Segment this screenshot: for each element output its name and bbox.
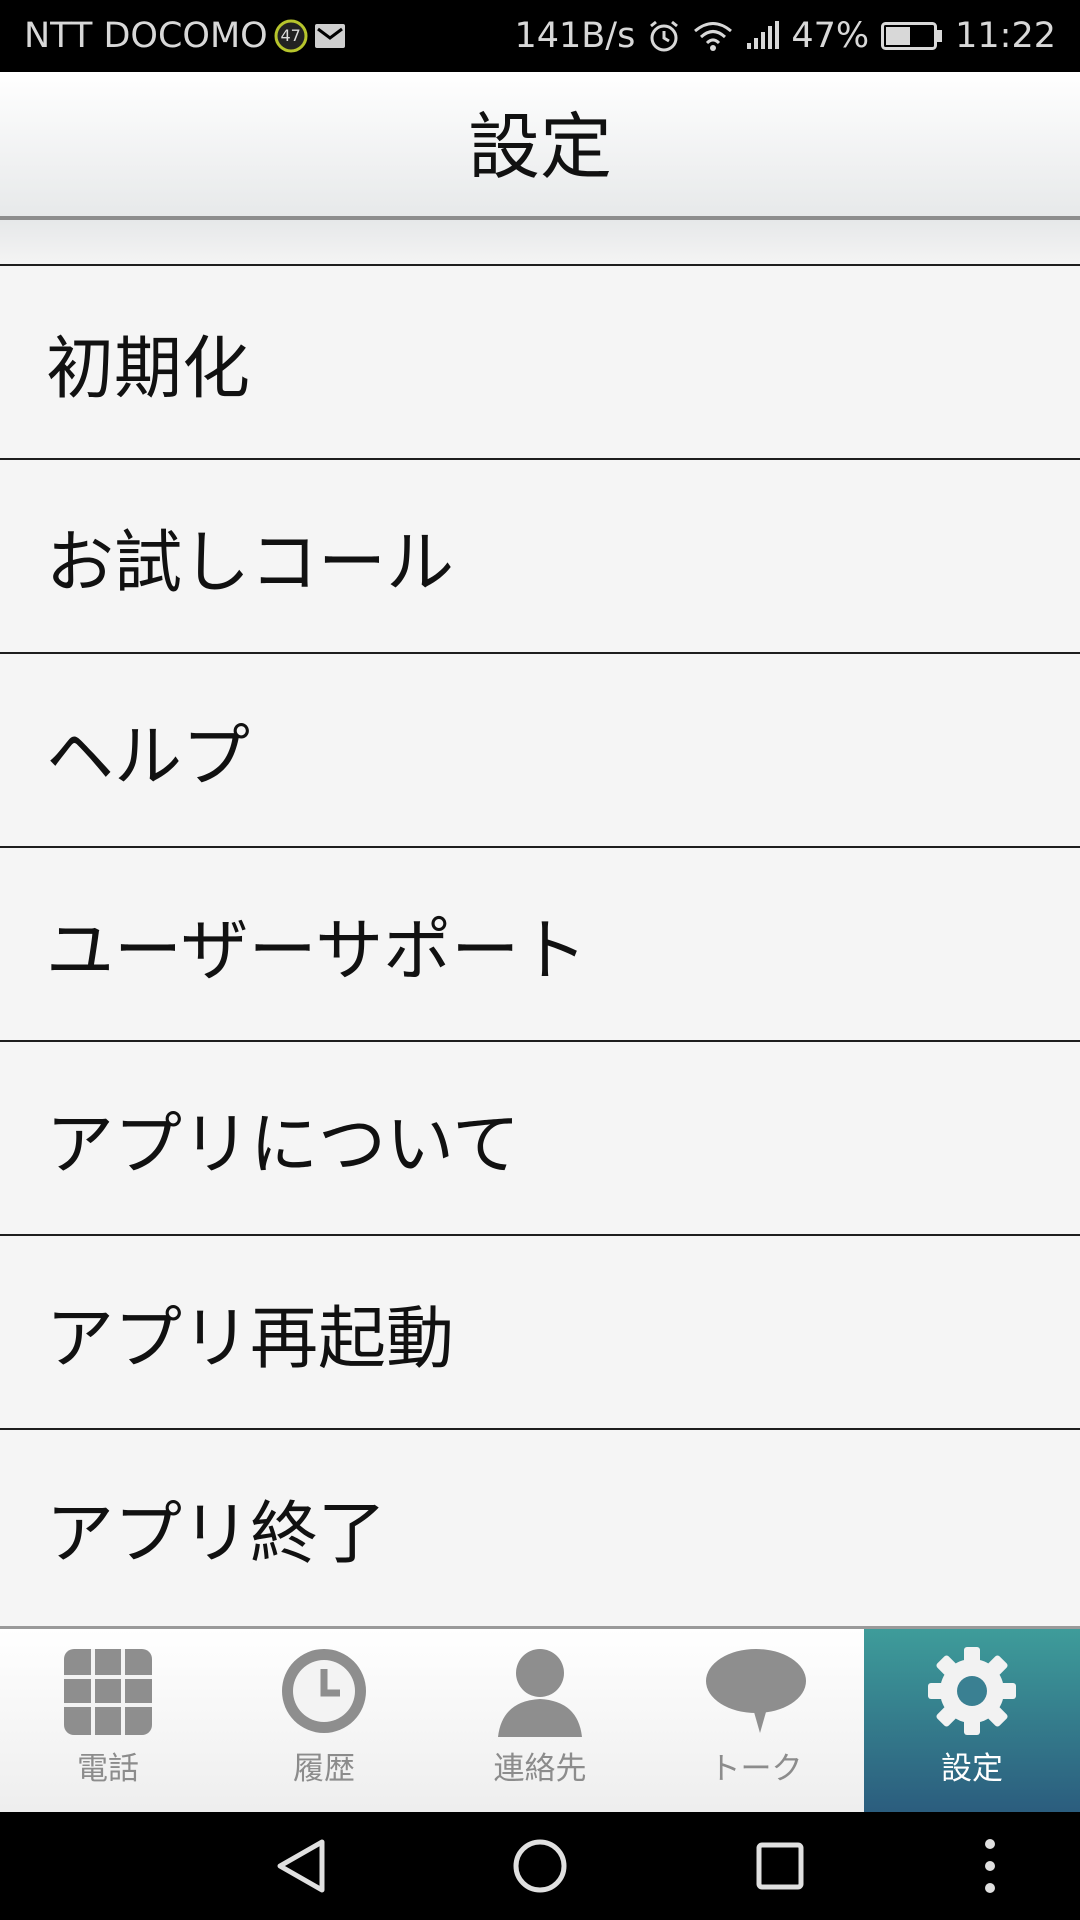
menu-item-test-call[interactable]: お試しコール xyxy=(0,460,1080,654)
menu-item-label: お試しコール xyxy=(46,523,455,603)
battery-percent: 47% xyxy=(791,16,870,56)
menu-item-label: 初期化 xyxy=(46,329,251,409)
clock-time: 11:22 xyxy=(955,16,1056,56)
tab-history[interactable]: 履歴 xyxy=(216,1629,432,1812)
mail-icon xyxy=(314,23,346,49)
settings-menu: 初期化 お試しコール ヘルプ ユーザーサポート アプリについて アプリ再起動 ア… xyxy=(0,266,1080,1624)
tab-settings[interactable]: 設定 xyxy=(864,1629,1080,1812)
chat-bubble-icon xyxy=(704,1643,808,1739)
battery-icon xyxy=(881,22,943,50)
carrier-name: NTT DOCOMO xyxy=(24,16,268,56)
tab-label: 連絡先 xyxy=(493,1751,587,1787)
menu-item-help[interactable]: ヘルプ xyxy=(0,654,1080,848)
tab-label: 履歴 xyxy=(293,1751,355,1787)
wifi-icon xyxy=(693,20,733,52)
recents-icon[interactable] xyxy=(750,1836,810,1900)
tab-label: 設定 xyxy=(941,1751,1003,1787)
menu-item-label: ユーザーサポート xyxy=(46,911,588,991)
system-nav-bar xyxy=(0,1812,1080,1920)
app-header: 設定 xyxy=(0,72,1080,220)
clock-icon xyxy=(276,1643,372,1739)
menu-item-label: アプリ終了 xyxy=(46,1494,387,1574)
tab-label: 電話 xyxy=(77,1751,139,1787)
bottom-tab-bar: 電話 履歴 連絡先 トーク 設定 xyxy=(0,1626,1080,1812)
dialpad-icon xyxy=(60,1643,156,1739)
tab-label: トーク xyxy=(709,1751,803,1787)
gear-icon xyxy=(924,1643,1020,1739)
status-bar: NTT DOCOMO 47 141B/s 47% 11:22 xyxy=(0,0,1080,72)
signal-icon xyxy=(745,21,780,51)
network-speed: 141B/s xyxy=(514,16,636,56)
notification-badge-icon: 47 xyxy=(274,19,308,53)
menu-item-label: アプリ再起動 xyxy=(46,1299,455,1379)
menu-item-user-support[interactable]: ユーザーサポート xyxy=(0,848,1080,1042)
header-divider xyxy=(0,220,1080,266)
notification-count: 47 xyxy=(280,26,301,45)
home-icon[interactable] xyxy=(510,1836,570,1900)
menu-item-initialize[interactable]: 初期化 xyxy=(0,266,1080,460)
menu-item-restart-app[interactable]: アプリ再起動 xyxy=(0,1236,1080,1430)
back-icon[interactable] xyxy=(272,1836,332,1900)
menu-item-label: ヘルプ xyxy=(46,717,251,797)
more-icon[interactable] xyxy=(960,1836,1020,1900)
person-icon xyxy=(492,1643,588,1739)
tab-phone[interactable]: 電話 xyxy=(0,1629,216,1812)
tab-contacts[interactable]: 連絡先 xyxy=(432,1629,648,1812)
alarm-icon xyxy=(647,19,681,53)
page-title: 設定 xyxy=(467,105,612,189)
menu-item-about-app[interactable]: アプリについて xyxy=(0,1042,1080,1236)
tab-talk[interactable]: トーク xyxy=(648,1629,864,1812)
menu-item-exit-app[interactable]: アプリ終了 xyxy=(0,1430,1080,1624)
menu-item-label: アプリについて xyxy=(46,1105,520,1185)
